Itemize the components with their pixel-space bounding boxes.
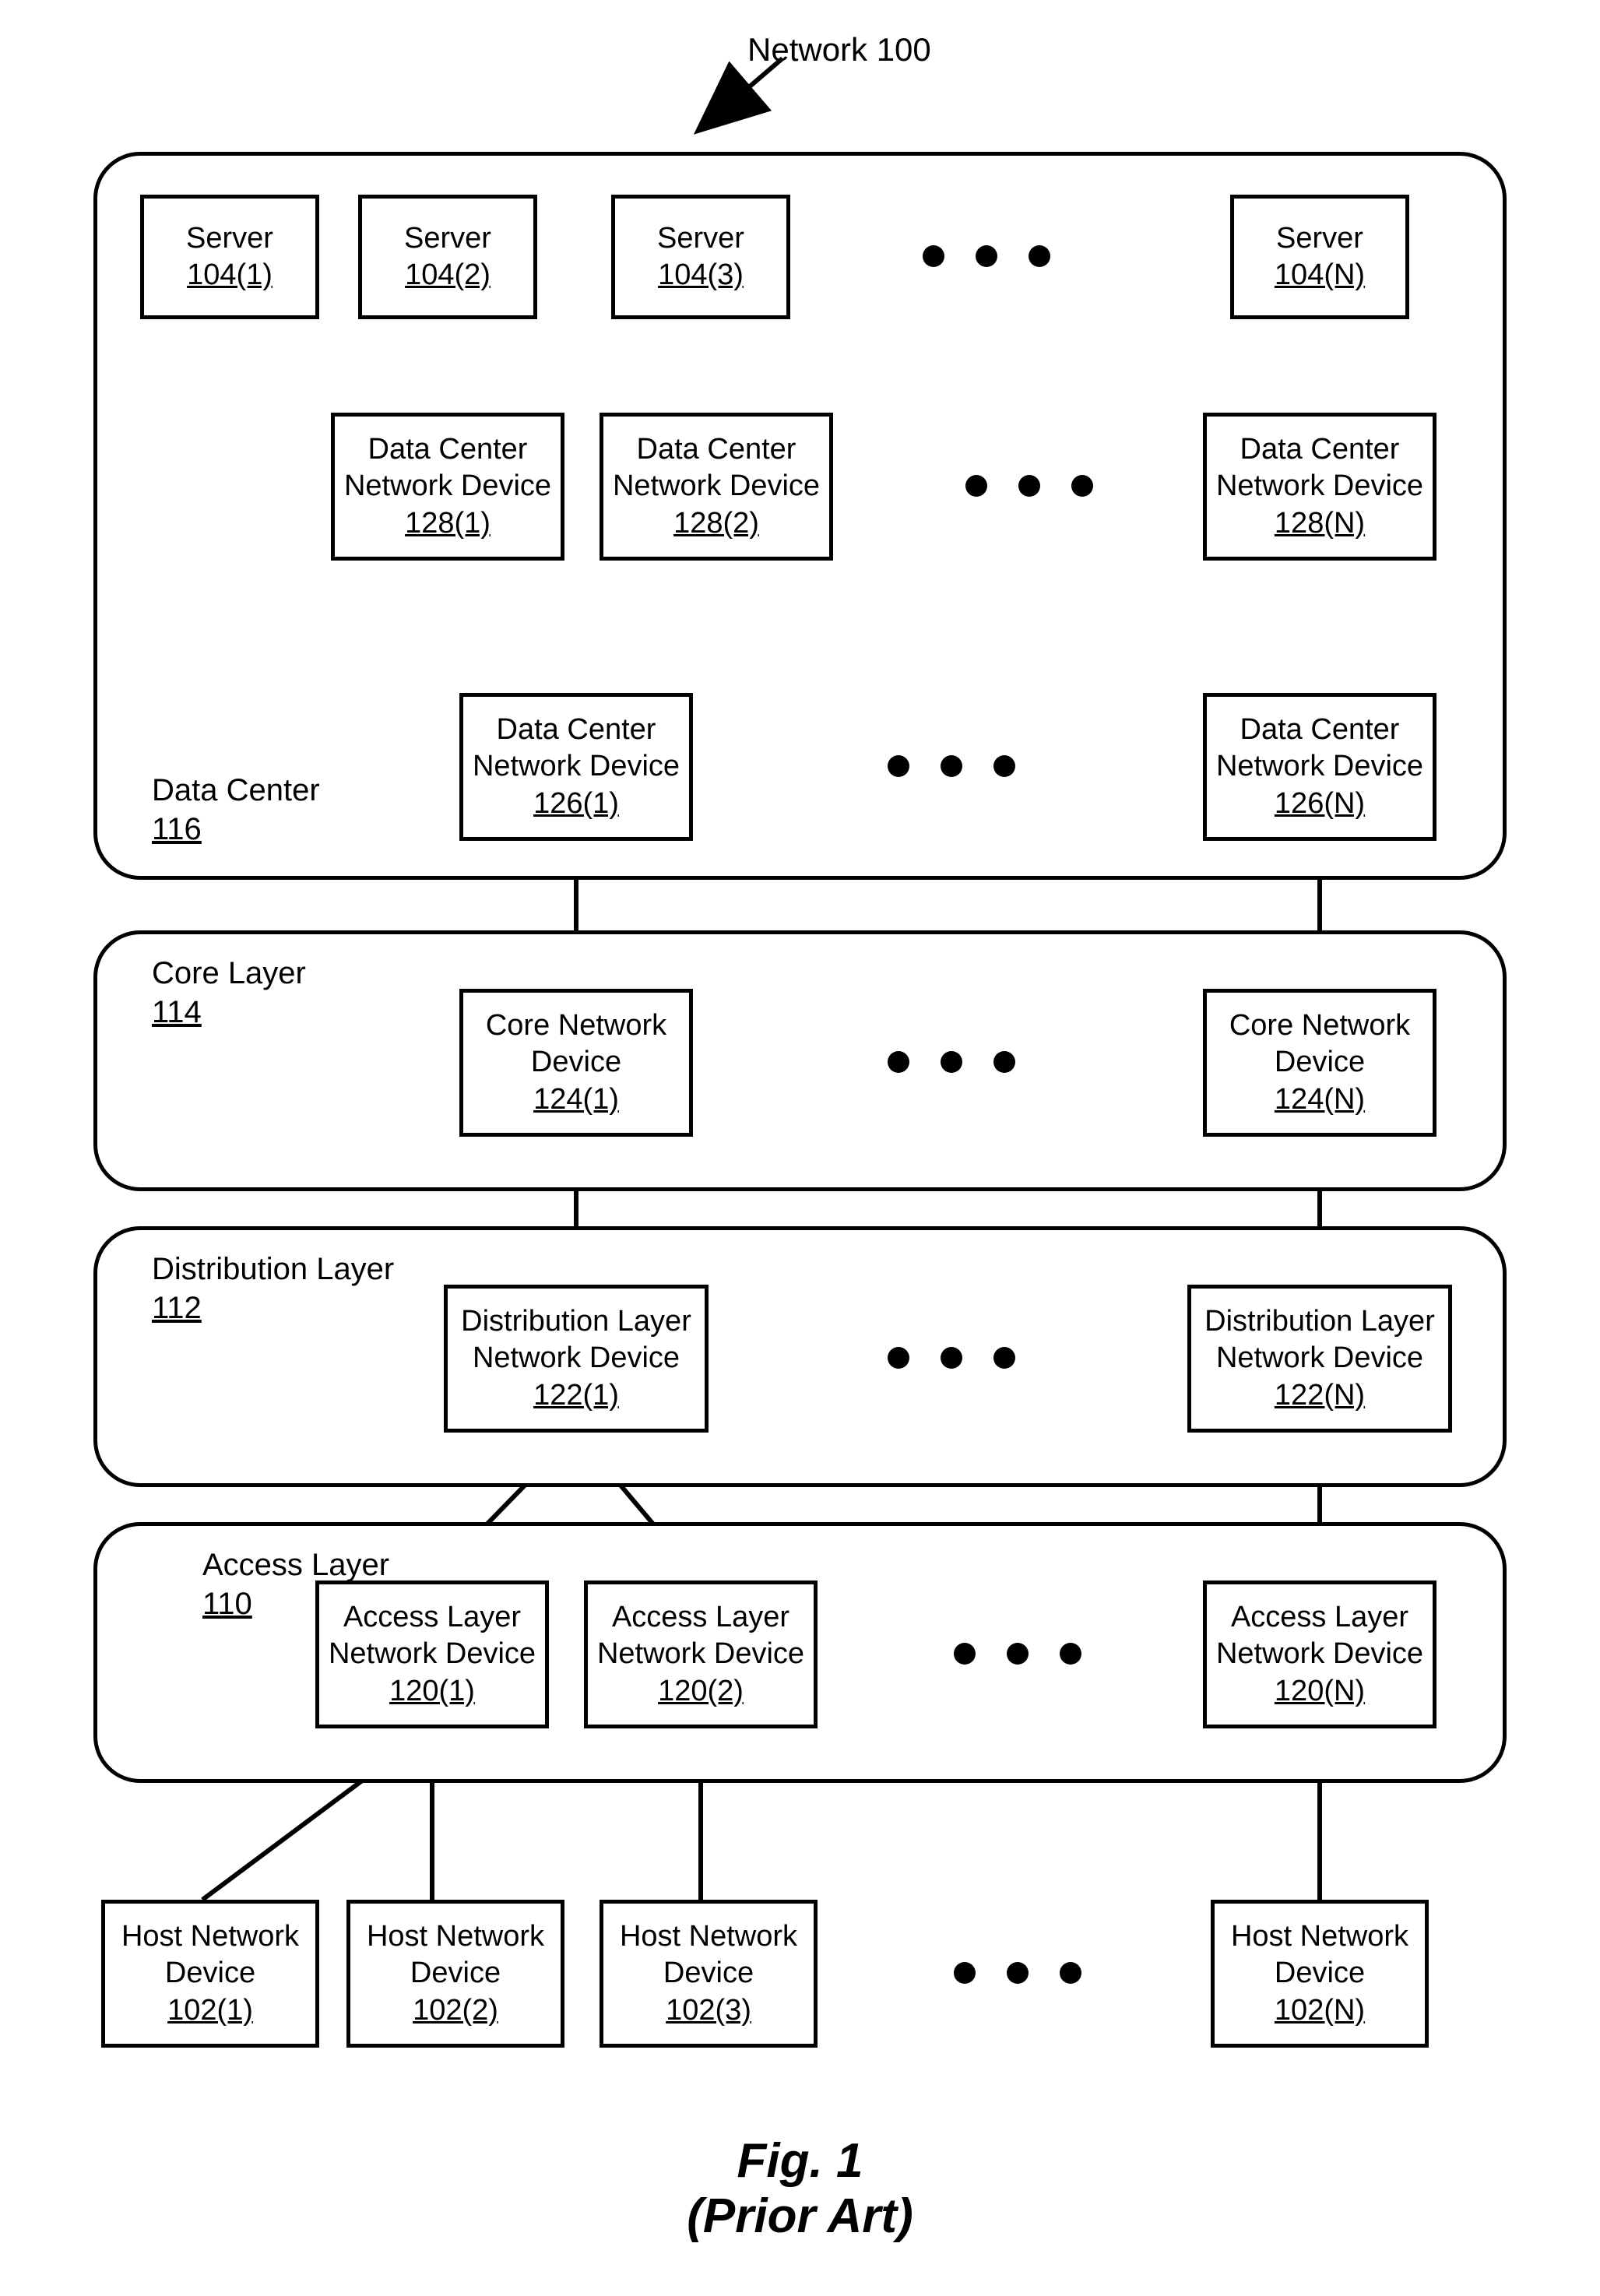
device-name-l2: Device	[165, 1955, 255, 1992]
layer-data-center-name: Data Center	[152, 773, 320, 807]
device-id: 128(2)	[673, 505, 759, 543]
layer-core-label: Core Layer 114	[152, 954, 306, 1032]
device-name-l1: Host Network	[1231, 1918, 1408, 1956]
ellipsis-icon	[954, 1962, 1081, 1984]
host-device-2: Host Network Device 102(2)	[346, 1900, 564, 2048]
server-1: Server 104(1)	[140, 195, 319, 319]
diagram-title: Network 100	[747, 31, 931, 69]
device-name-l1: Data Center	[368, 431, 528, 469]
access-device-1: Access Layer Network Device 120(1)	[315, 1580, 549, 1728]
figure-caption: Fig. 1 (Prior Art)	[0, 2133, 1600, 2244]
server-id: 104(1)	[187, 257, 273, 294]
device-name-l2: Device	[531, 1044, 621, 1081]
device-name-l1: Access Layer	[343, 1599, 521, 1637]
device-name-l2: Network Device	[597, 1636, 804, 1673]
device-id: 122(N)	[1275, 1377, 1365, 1415]
device-name-l2: Network Device	[473, 1340, 680, 1377]
device-name-l1: Access Layer	[612, 1599, 789, 1637]
access-device-n: Access Layer Network Device 120(N)	[1203, 1580, 1436, 1728]
host-device-1: Host Network Device 102(1)	[101, 1900, 319, 2048]
device-id: 120(1)	[389, 1673, 475, 1711]
device-id: 128(N)	[1275, 505, 1365, 543]
device-id: 102(1)	[167, 1992, 253, 2030]
device-name-l2: Network Device	[1216, 468, 1423, 505]
core-device-1: Core Network Device 124(1)	[459, 989, 693, 1137]
device-name-l2: Device	[1275, 1955, 1365, 1992]
host-device-n: Host Network Device 102(N)	[1211, 1900, 1429, 2048]
device-id: 126(N)	[1275, 786, 1365, 823]
server-3: Server 104(3)	[611, 195, 790, 319]
device-id: 102(N)	[1275, 1992, 1365, 2030]
server-id: 104(N)	[1275, 257, 1365, 294]
access-device-2: Access Layer Network Device 120(2)	[584, 1580, 818, 1728]
layer-core-name: Core Layer	[152, 956, 306, 990]
dc-device-126-1: Data Center Network Device 126(1)	[459, 693, 693, 841]
device-name-l2: Network Device	[473, 748, 680, 786]
ellipsis-icon	[888, 1051, 1015, 1073]
device-name-l2: Network Device	[329, 1636, 536, 1673]
device-id: 122(1)	[533, 1377, 619, 1415]
layer-data-center-label: Data Center 116	[152, 771, 320, 849]
device-id: 124(N)	[1275, 1081, 1365, 1119]
device-name-l2: Device	[410, 1955, 501, 1992]
device-name-l2: Network Device	[1216, 1340, 1423, 1377]
server-n: Server 104(N)	[1230, 195, 1409, 319]
device-name-l2: Network Device	[344, 468, 551, 505]
caption-line-1: Fig. 1	[737, 2134, 863, 2188]
device-name-l1: Data Center	[1240, 712, 1400, 749]
ellipsis-icon	[923, 245, 1050, 267]
dist-device-1: Distribution Layer Network Device 122(1)	[444, 1285, 709, 1433]
dc-device-128-1: Data Center Network Device 128(1)	[331, 413, 564, 561]
diagram-canvas: Network 100 Data	[0, 0, 1600, 2296]
layer-core-id: 114	[152, 995, 202, 1029]
host-device-3: Host Network Device 102(3)	[600, 1900, 818, 2048]
layer-access-name: Access Layer	[202, 1548, 389, 1582]
device-name-l1: Host Network	[121, 1918, 299, 1956]
server-name: Server	[186, 220, 273, 258]
device-name-l1: Host Network	[367, 1918, 544, 1956]
server-2: Server 104(2)	[358, 195, 537, 319]
device-id: 126(1)	[533, 786, 619, 823]
device-id: 102(3)	[666, 1992, 751, 2030]
device-name-l1: Data Center	[1240, 431, 1400, 469]
dist-device-n: Distribution Layer Network Device 122(N)	[1187, 1285, 1452, 1433]
layer-dist-id: 112	[152, 1291, 202, 1325]
dc-device-128-n: Data Center Network Device 128(N)	[1203, 413, 1436, 561]
device-name-l2: Network Device	[613, 468, 820, 505]
device-name-l1: Access Layer	[1231, 1599, 1408, 1637]
layer-dist-name: Distribution Layer	[152, 1252, 394, 1286]
device-name-l2: Network Device	[1216, 1636, 1423, 1673]
ellipsis-icon	[888, 1347, 1015, 1369]
dc-device-128-2: Data Center Network Device 128(2)	[600, 413, 833, 561]
device-name-l1: Distribution Layer	[461, 1303, 691, 1341]
dc-device-126-n: Data Center Network Device 126(N)	[1203, 693, 1436, 841]
device-id: 120(2)	[658, 1673, 744, 1711]
device-name-l1: Core Network	[486, 1007, 666, 1045]
device-name-l2: Network Device	[1216, 748, 1423, 786]
device-id: 102(2)	[413, 1992, 498, 2030]
layer-access-id: 110	[202, 1587, 252, 1621]
device-name-l1: Data Center	[637, 431, 796, 469]
caption-line-2: (Prior Art)	[687, 2189, 913, 2243]
device-id: 124(1)	[533, 1081, 619, 1119]
device-id: 120(N)	[1275, 1673, 1365, 1711]
server-name: Server	[404, 220, 491, 258]
device-name-l2: Device	[1275, 1044, 1365, 1081]
layer-data-center-id: 116	[152, 812, 202, 846]
device-id: 128(1)	[405, 505, 491, 543]
device-name-l1: Distribution Layer	[1204, 1303, 1435, 1341]
device-name-l1: Host Network	[620, 1918, 797, 1956]
device-name-l1: Data Center	[497, 712, 656, 749]
device-name-l1: Core Network	[1229, 1007, 1410, 1045]
device-name-l2: Device	[663, 1955, 754, 1992]
server-id: 104(2)	[405, 257, 491, 294]
server-name: Server	[1276, 220, 1363, 258]
ellipsis-icon	[965, 475, 1093, 497]
server-name: Server	[657, 220, 744, 258]
core-device-n: Core Network Device 124(N)	[1203, 989, 1436, 1137]
layer-distribution-label: Distribution Layer 112	[152, 1250, 394, 1327]
ellipsis-icon	[954, 1643, 1081, 1665]
ellipsis-icon	[888, 755, 1015, 777]
server-id: 104(3)	[658, 257, 744, 294]
